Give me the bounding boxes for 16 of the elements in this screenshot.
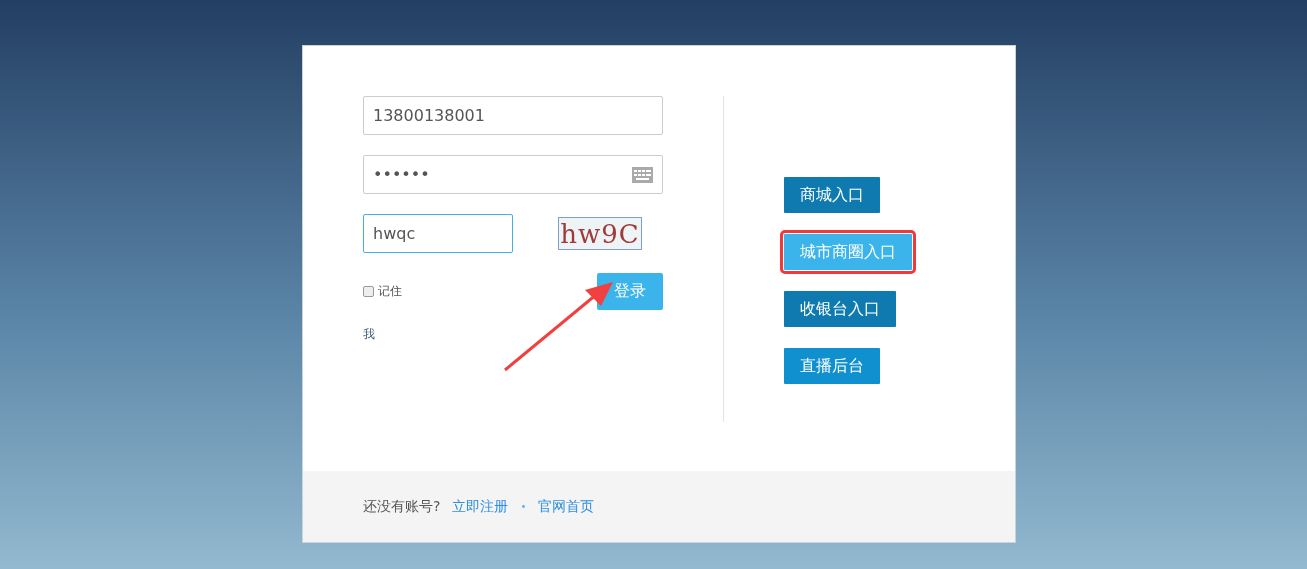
homepage-link[interactable]: 官网首页 (538, 497, 595, 516)
phone-field[interactable]: 13800138001 (363, 96, 663, 135)
entry-button[interactable]: 收银台入口 (784, 291, 896, 327)
keyboard-icon[interactable] (632, 166, 653, 183)
captcha-image[interactable]: hw9C (558, 217, 642, 250)
register-link[interactable]: 立即注册 (452, 497, 509, 516)
password-value: •••••• (373, 165, 430, 184)
link[interactable]: 我 (363, 326, 375, 343)
remember-checkbox[interactable] (363, 286, 374, 297)
signup-prompt: 还没有账号? (363, 497, 441, 516)
entry-button[interactable]: 商城入口 (784, 177, 880, 213)
password-field[interactable]: •••••• (363, 155, 663, 194)
remember-label: 记住 (378, 283, 402, 300)
entry-button[interactable]: 直播后台 (784, 348, 880, 384)
separator: • (520, 501, 527, 512)
captcha-field[interactable]: hwqc (363, 214, 513, 253)
